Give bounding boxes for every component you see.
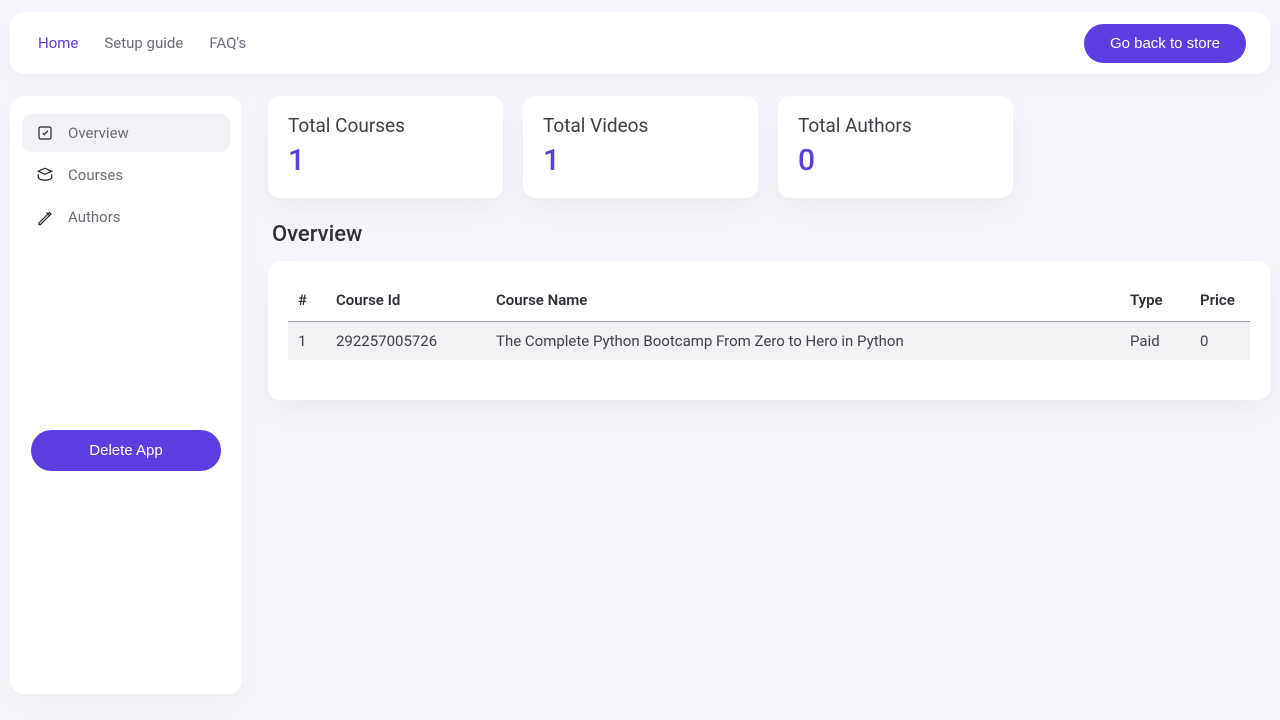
- overview-icon: [36, 124, 54, 142]
- cell-price: 0: [1190, 322, 1250, 361]
- stat-value: 0: [798, 143, 993, 178]
- table-header-row: # Course Id Course Name Type Price: [288, 283, 1250, 322]
- main-content: Total Courses 1 Total Videos 1 Total Aut…: [268, 96, 1270, 694]
- go-back-to-store-button[interactable]: Go back to store: [1084, 24, 1246, 63]
- table-row[interactable]: 1 292257005726 The Complete Python Bootc…: [288, 322, 1250, 361]
- stats-row: Total Courses 1 Total Videos 1 Total Aut…: [268, 96, 1270, 198]
- stat-card-total-courses: Total Courses 1: [268, 96, 503, 198]
- top-nav: Home Setup guide FAQ's: [38, 34, 246, 52]
- nav-home[interactable]: Home: [38, 34, 78, 52]
- cell-id: 292257005726: [326, 322, 486, 361]
- courses-table-card: # Course Id Course Name Type Price 1 292…: [268, 261, 1270, 400]
- nav-faqs[interactable]: FAQ's: [209, 34, 246, 52]
- col-header-num: #: [288, 283, 326, 322]
- section-title: Overview: [272, 222, 1270, 247]
- stat-title: Total Authors: [798, 114, 993, 137]
- sidebar-item-label: Authors: [68, 208, 121, 226]
- top-bar: Home Setup guide FAQ's Go back to store: [10, 12, 1270, 74]
- sidebar-item-label: Courses: [68, 166, 123, 184]
- col-header-name: Course Name: [486, 283, 1120, 322]
- sidebar-item-courses[interactable]: Courses: [22, 156, 230, 194]
- authors-icon: [36, 208, 54, 226]
- cell-type: Paid: [1120, 322, 1190, 361]
- sidebar-item-authors[interactable]: Authors: [22, 198, 230, 236]
- stat-title: Total Videos: [543, 114, 738, 137]
- col-header-type: Type: [1120, 283, 1190, 322]
- stat-card-total-authors: Total Authors 0: [778, 96, 1013, 198]
- col-header-price: Price: [1190, 283, 1250, 322]
- delete-app-button[interactable]: Delete App: [31, 430, 221, 471]
- stat-card-total-videos: Total Videos 1: [523, 96, 758, 198]
- sidebar-item-overview[interactable]: Overview: [22, 114, 230, 152]
- cell-name: The Complete Python Bootcamp From Zero t…: [486, 322, 1120, 361]
- courses-table: # Course Id Course Name Type Price 1 292…: [288, 283, 1250, 360]
- stat-value: 1: [543, 143, 738, 178]
- cell-num: 1: [288, 322, 326, 361]
- nav-setup-guide[interactable]: Setup guide: [104, 34, 183, 52]
- stat-title: Total Courses: [288, 114, 483, 137]
- courses-icon: [36, 166, 54, 184]
- stat-value: 1: [288, 143, 483, 178]
- sidebar-item-label: Overview: [68, 124, 129, 142]
- sidebar: Overview Courses Authors Delete App: [10, 96, 242, 694]
- col-header-id: Course Id: [326, 283, 486, 322]
